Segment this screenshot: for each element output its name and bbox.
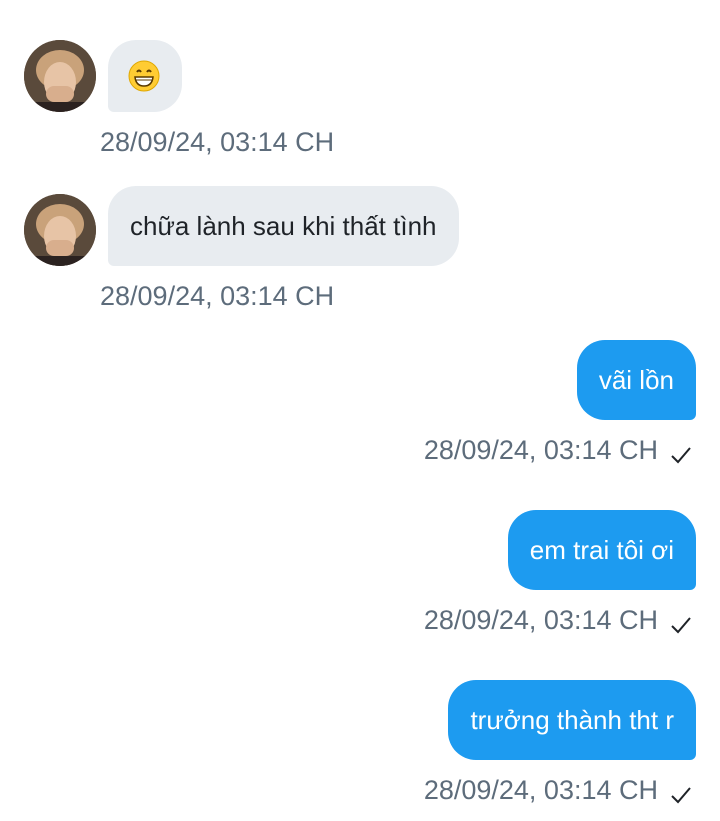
checkmark-icon bbox=[671, 447, 691, 464]
message-timestamp: 28/09/24, 03:14 CH bbox=[423, 605, 658, 635]
message-text: vãi lồn bbox=[598, 365, 674, 395]
message-bubble-incoming[interactable]: chữa lành sau khi thất tình bbox=[108, 186, 459, 266]
message-timestamp: 28/09/24, 03:14 CH bbox=[423, 775, 658, 805]
message-text: trưởng thành tht r bbox=[470, 705, 674, 735]
message-timestamp: 28/09/24, 03:14 CH bbox=[423, 435, 658, 465]
message-bubble-incoming[interactable]: 😁 bbox=[108, 40, 182, 112]
sender-avatar[interactable] bbox=[24, 40, 96, 112]
message-bubble-outgoing[interactable]: trưởng thành tht r bbox=[448, 680, 696, 760]
message-bubble-outgoing[interactable]: vãi lồn bbox=[576, 340, 696, 420]
message-timestamp: 28/09/24, 03:14 CH bbox=[100, 127, 335, 157]
checkmark-icon bbox=[671, 787, 691, 804]
sender-avatar[interactable] bbox=[24, 194, 96, 266]
message-text: em trai tôi ơi bbox=[529, 535, 674, 565]
message-text: chữa lành sau khi thất tình bbox=[130, 211, 437, 241]
message-timestamp: 28/09/24, 03:14 CH bbox=[100, 281, 335, 311]
message-bubble-outgoing[interactable]: em trai tôi ơi bbox=[507, 510, 696, 590]
checkmark-icon bbox=[671, 617, 691, 634]
grinning-face-emoji-icon bbox=[128, 60, 160, 92]
